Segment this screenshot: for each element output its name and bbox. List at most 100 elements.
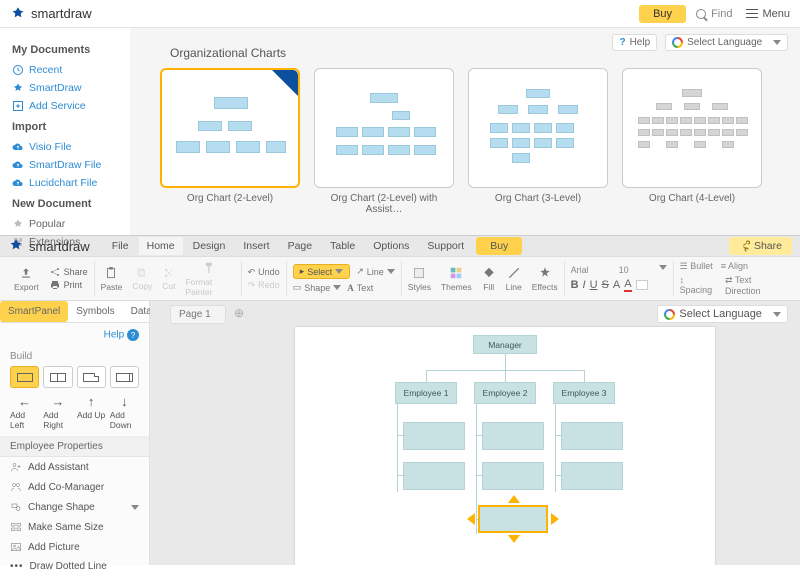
menu-file[interactable]: File bbox=[104, 237, 137, 255]
fill-icon bbox=[482, 266, 496, 280]
clock-icon bbox=[12, 64, 24, 76]
star-icon bbox=[12, 218, 24, 230]
add-down-button[interactable]: ↓Add Down bbox=[110, 394, 139, 430]
template-card-4level[interactable]: Org Chart (4-Level) bbox=[622, 68, 762, 215]
add-left-button[interactable]: ←Add Left bbox=[10, 394, 39, 430]
font-color[interactable]: A bbox=[624, 278, 631, 292]
hamburger-icon bbox=[746, 9, 758, 18]
ribbon-fill[interactable]: Fill bbox=[482, 266, 496, 292]
shape-btn-3[interactable] bbox=[77, 366, 106, 388]
ribbon-undo[interactable]: ↶ Undo bbox=[248, 267, 280, 278]
ribbon-bullet: ☰ Bullet bbox=[680, 261, 713, 272]
help-button[interactable]: ?Help bbox=[612, 34, 657, 51]
highlight-button[interactable] bbox=[636, 280, 648, 290]
resize-handle-up[interactable] bbox=[508, 495, 520, 503]
menu-design[interactable]: Design bbox=[185, 237, 234, 255]
underline-button[interactable]: U bbox=[590, 279, 598, 291]
ribbon-effects[interactable]: Effects bbox=[532, 266, 558, 292]
ribbon-text-tool[interactable]: A Text bbox=[347, 283, 373, 293]
make-same-size[interactable]: Make Same Size bbox=[0, 517, 149, 537]
panel-tabs: SmartPanel Symbols Data ✕ bbox=[0, 301, 149, 323]
add-co-manager[interactable]: Add Co-Manager bbox=[0, 477, 149, 497]
template-gallery: ?Help Select Language Organizational Cha… bbox=[130, 28, 800, 235]
node-blank[interactable] bbox=[561, 462, 623, 490]
ribbon-line-menu[interactable]: ↗ Line bbox=[356, 266, 395, 277]
node-employee-3[interactable]: Employee 3 bbox=[553, 382, 615, 404]
editor-header: smartdraw File Home Design Insert Page T… bbox=[0, 235, 800, 257]
draw-dotted-line[interactable]: •••Draw Dotted Line bbox=[0, 557, 149, 576]
resize-handle-right[interactable] bbox=[551, 513, 559, 525]
bold-button[interactable]: B bbox=[571, 279, 579, 291]
add-assistant[interactable]: Add Assistant bbox=[0, 457, 149, 477]
editor-canvas[interactable]: Page 1 ⊕ Select Language Manager Employe… bbox=[150, 301, 800, 565]
ribbon-print[interactable]: Print bbox=[49, 279, 88, 291]
node-manager[interactable]: Manager bbox=[473, 335, 537, 354]
shape-btn-1[interactable] bbox=[10, 366, 39, 388]
sidebar-item-smartdraw[interactable]: SmartDraw bbox=[12, 79, 122, 97]
page-tab[interactable]: Page 1 bbox=[170, 305, 226, 324]
tab-smartpanel[interactable]: SmartPanel bbox=[0, 301, 68, 322]
change-shape[interactable]: Change Shape bbox=[0, 497, 149, 517]
ribbon-export[interactable]: Export bbox=[14, 266, 39, 292]
ribbon-line-style[interactable]: Line bbox=[506, 266, 522, 292]
editor-buy-button[interactable]: Buy bbox=[476, 237, 522, 255]
buy-button[interactable]: Buy bbox=[639, 5, 686, 23]
add-page-button[interactable]: ⊕ bbox=[234, 306, 244, 320]
resize-handle-down[interactable] bbox=[508, 535, 520, 543]
shape-btn-2[interactable] bbox=[43, 366, 72, 388]
node-employee-2[interactable]: Employee 2 bbox=[474, 382, 536, 404]
menu-options[interactable]: Options bbox=[365, 237, 417, 255]
menu-table[interactable]: Table bbox=[322, 237, 363, 255]
ribbon-paste[interactable]: Paste bbox=[101, 266, 123, 292]
italic-button[interactable]: I bbox=[583, 279, 586, 291]
add-up-button[interactable]: ↑Add Up bbox=[77, 394, 106, 430]
menu-insert[interactable]: Insert bbox=[235, 237, 277, 255]
add-right-button[interactable]: →Add Right bbox=[43, 394, 72, 430]
tab-symbols[interactable]: Symbols bbox=[68, 301, 122, 322]
sidebar-item-recent[interactable]: Recent bbox=[12, 61, 122, 79]
node-blank[interactable] bbox=[561, 422, 623, 450]
font-name[interactable]: Arial bbox=[571, 265, 589, 275]
node-blank[interactable] bbox=[403, 422, 465, 450]
strike-button[interactable]: S bbox=[602, 279, 609, 291]
ribbon-share[interactable]: Share bbox=[49, 266, 88, 278]
ribbon-shape-menu[interactable]: ▭ Shape bbox=[293, 282, 342, 293]
node-blank[interactable] bbox=[403, 462, 465, 490]
font-size[interactable]: 10 bbox=[619, 265, 629, 275]
sidebar-item-popular[interactable]: Popular bbox=[12, 215, 122, 233]
menu-page[interactable]: Page bbox=[280, 237, 321, 255]
node-employee-1[interactable]: Employee 1 bbox=[395, 382, 457, 404]
format-painter-icon bbox=[203, 261, 217, 275]
menu-support[interactable]: Support bbox=[419, 237, 472, 255]
search-box[interactable]: Find bbox=[696, 8, 732, 20]
template-card-2level-assist[interactable]: Org Chart (2-Level) with Assist… bbox=[314, 68, 454, 215]
template-card-2level[interactable]: Org Chart (2-Level) bbox=[160, 68, 300, 215]
sidebar-item-visio[interactable]: Visio File bbox=[12, 138, 122, 156]
sidebar-item-add-service[interactable]: Add Service bbox=[12, 97, 122, 115]
ribbon-select-tool[interactable]: ▸ Select bbox=[293, 264, 351, 279]
template-card-3level[interactable]: Org Chart (3-Level) bbox=[468, 68, 608, 215]
shape-btn-4[interactable] bbox=[110, 366, 139, 388]
resize-handle-left[interactable] bbox=[467, 513, 475, 525]
editor-share-button[interactable]: Share bbox=[729, 237, 792, 255]
ribbon-themes[interactable]: Themes bbox=[441, 266, 472, 292]
menu-home[interactable]: Home bbox=[139, 237, 183, 255]
ribbon-styles[interactable]: Styles bbox=[408, 266, 431, 292]
menu-button[interactable]: Menu bbox=[746, 8, 790, 20]
sidebar-item-lucidchart[interactable]: Lucidchart File bbox=[12, 174, 122, 192]
cloud-upload-icon bbox=[12, 177, 24, 189]
sidebar-item-smartdraw-file[interactable]: SmartDraw File bbox=[12, 156, 122, 174]
language-selector[interactable]: Select Language bbox=[665, 34, 788, 51]
canvas-language-selector[interactable]: Select Language bbox=[657, 305, 788, 323]
page-surface[interactable]: Manager Employee 1 Employee 2 Employee 3 bbox=[295, 327, 715, 565]
ribbon-copy: Copy bbox=[132, 267, 152, 291]
chevron-down-icon bbox=[131, 505, 139, 510]
node-selected[interactable] bbox=[478, 505, 548, 533]
font-increase[interactable]: A bbox=[613, 279, 620, 291]
picture-icon bbox=[10, 541, 22, 553]
panel-help[interactable]: Help ? bbox=[0, 323, 149, 347]
node-blank[interactable] bbox=[482, 462, 544, 490]
node-blank[interactable] bbox=[482, 422, 544, 450]
add-picture[interactable]: Add Picture bbox=[0, 537, 149, 557]
co-manager-icon bbox=[10, 481, 22, 493]
